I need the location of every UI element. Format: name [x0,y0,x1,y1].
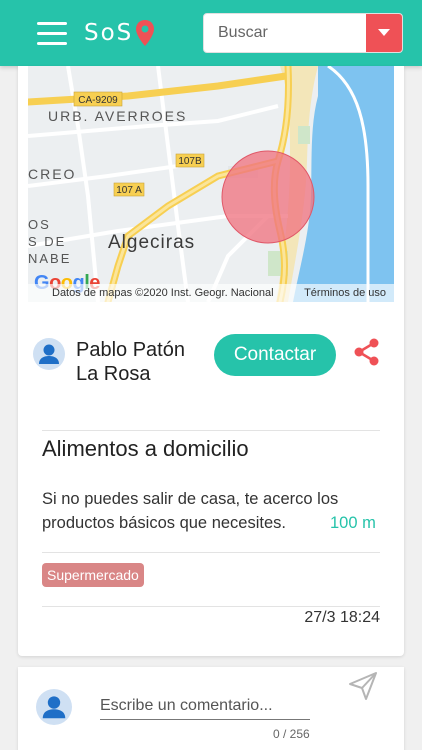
comment-card: 0 / 256 [18,667,404,750]
map-attribution-text: Datos de mapas ©2020 Inst. Geogr. Nacion… [52,287,274,299]
map-view[interactable]: CA-9209 URB. AVERROES CREO 107B 107 A OS… [28,66,394,302]
send-icon[interactable] [348,671,378,701]
map-attribution: Datos de mapas ©2020 Inst. Geogr. Nacion… [28,284,394,302]
commenter-avatar [36,689,72,725]
map-label-ca9209: CA-9209 [78,95,118,106]
post-title: Alimentos a domicilio [42,436,249,461]
map-label-creo: CREO [28,166,76,182]
category-tag[interactable]: Supermercado [42,563,144,587]
user-icon [39,344,59,364]
search-box [203,13,403,53]
divider [42,430,380,431]
map-label-sde: S DE [28,234,66,249]
user-icon [42,696,66,719]
share-icon[interactable] [354,338,380,366]
map-label-nabe: NABE [28,251,71,266]
map-label-urb: URB. AVERROES [48,108,187,124]
chevron-down-icon [378,29,390,36]
author-avatar[interactable] [33,338,65,370]
app-header: SoS [0,0,422,66]
app-logo[interactable]: SoS [84,16,155,50]
logo-text: SoS [84,20,134,46]
comment-char-counter: 0 / 256 [273,727,310,741]
contact-button[interactable]: Contactar [214,334,336,376]
divider [42,606,380,607]
map-label-os: OS [28,217,51,232]
menu-icon[interactable] [37,20,67,46]
search-radius-circle [221,150,315,244]
location-pin-icon [136,20,155,46]
map-canvas: CA-9209 URB. AVERROES CREO 107B 107 A OS… [28,66,394,302]
map-label-107a: 107 A [116,185,142,196]
map-label-107b: 107B [178,156,202,167]
divider [42,552,380,553]
comment-input[interactable] [100,692,310,720]
author-name[interactable]: Pablo Patón La Rosa [76,338,196,386]
post-distance: 100 m [330,514,376,532]
post-card: CA-9209 URB. AVERROES CREO 107B 107 A OS… [18,66,404,656]
map-terms-link[interactable]: Términos de uso [304,284,386,302]
post-date: 27/3 18:24 [304,609,380,626]
search-input[interactable] [204,14,367,52]
map-label-city: Algeciras [108,232,195,253]
search-dropdown-button[interactable] [366,14,402,52]
